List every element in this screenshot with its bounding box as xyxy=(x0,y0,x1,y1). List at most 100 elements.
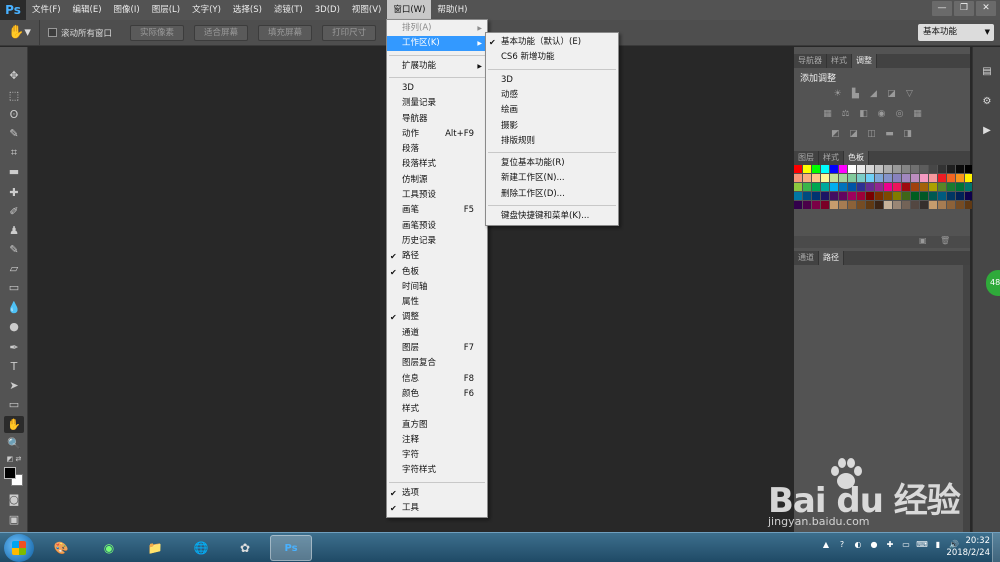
color-swatch[interactable] xyxy=(848,192,856,200)
color-swatch[interactable] xyxy=(803,165,811,173)
window-menu-item[interactable]: 3D xyxy=(387,81,487,96)
taskbar-browser-icon[interactable]: 🌐 xyxy=(180,535,222,561)
workspace-select[interactable]: 基本功能 ▼ xyxy=(918,24,994,41)
default-colors-icon[interactable]: ◩ ⇄ xyxy=(4,451,24,468)
color-swatch[interactable] xyxy=(911,174,919,182)
crop-tool-icon[interactable]: ⌗ xyxy=(4,144,24,161)
window-menu-item[interactable]: 画笔预设 xyxy=(387,219,487,234)
workspace-menu-item[interactable]: CS6 新增功能 xyxy=(486,50,618,65)
vibrance-icon[interactable]: ▽ xyxy=(904,89,915,100)
color-swatch[interactable] xyxy=(911,183,919,191)
window-menu-item[interactable]: 段落样式 xyxy=(387,157,487,172)
window-menu-item[interactable]: 样式 xyxy=(387,402,487,417)
window-menu-item[interactable]: 选项 ✔ xyxy=(387,486,487,501)
color-swatch[interactable] xyxy=(911,192,919,200)
color-swatch[interactable] xyxy=(821,192,829,200)
exposure-icon[interactable]: ◪ xyxy=(886,89,897,100)
shape-tool-icon[interactable]: ▭ xyxy=(4,396,24,413)
workspace-menu-item[interactable]: 删除工作区(D)... xyxy=(486,187,618,202)
menu-file[interactable]: 文件(F) xyxy=(26,0,67,20)
window-menu-item[interactable]: 属性 xyxy=(387,295,487,310)
print-size-button[interactable]: 打印尺寸 xyxy=(322,24,377,41)
eraser-tool-icon[interactable]: ▱ xyxy=(4,260,24,277)
window-menu-item[interactable]: 字符样式 xyxy=(387,463,487,478)
color-swatch[interactable] xyxy=(929,192,937,200)
actual-pixels-button[interactable]: 实际像素 xyxy=(130,24,185,41)
type-tool-icon[interactable]: T xyxy=(4,358,24,375)
photo-filter-icon[interactable]: ◉ xyxy=(876,109,887,120)
color-swatch[interactable] xyxy=(884,165,892,173)
color-swatch[interactable] xyxy=(821,201,829,209)
color-swatch[interactable] xyxy=(938,165,946,173)
color-swatch[interactable] xyxy=(902,183,910,191)
threshold-icon[interactable]: ◫ xyxy=(866,129,877,140)
tray-network-icon[interactable]: ▮ xyxy=(932,539,944,551)
lasso-tool-icon[interactable]: ʘ xyxy=(4,106,24,123)
move-tool-icon[interactable]: ✥ xyxy=(4,67,24,84)
color-swatch[interactable] xyxy=(884,174,892,182)
menu-3d[interactable]: 3D(D) xyxy=(309,0,346,20)
hue-saturation-icon[interactable]: ▦ xyxy=(822,109,833,120)
show-desktop-button[interactable] xyxy=(992,533,1000,562)
tray-keyboard-icon[interactable]: ⌨ xyxy=(916,539,928,551)
window-menu-item[interactable]: 颜色 F6 xyxy=(387,387,487,402)
menu-edit[interactable]: 编辑(E) xyxy=(67,0,108,20)
foreground-color-swatch[interactable] xyxy=(4,467,16,479)
color-swatch[interactable] xyxy=(794,183,802,191)
color-swatch[interactable] xyxy=(956,192,964,200)
tab-styles[interactable]: 样式 xyxy=(827,54,852,68)
color-swatch[interactable] xyxy=(920,192,928,200)
color-swatch[interactable] xyxy=(875,192,883,200)
window-menu-item[interactable]: 通道 xyxy=(387,326,487,341)
color-swatch[interactable] xyxy=(938,183,946,191)
path-select-tool-icon[interactable]: ➤ xyxy=(4,377,24,394)
color-swatch[interactable] xyxy=(866,192,874,200)
color-swatch[interactable] xyxy=(812,165,820,173)
scroll-all-windows-option[interactable]: 滚动所有窗口 xyxy=(48,27,112,39)
history-panel-icon[interactable]: ▤ xyxy=(978,63,996,81)
tab-navigator[interactable]: 导航器 xyxy=(794,54,827,68)
color-swatch[interactable] xyxy=(920,183,928,191)
tab-channels[interactable]: 通道 xyxy=(794,251,819,265)
menu-window[interactable]: 窗口(W) xyxy=(387,0,432,20)
color-swatch[interactable] xyxy=(884,201,892,209)
color-swatch[interactable] xyxy=(812,201,820,209)
color-swatch[interactable] xyxy=(938,201,946,209)
color-swatch[interactable] xyxy=(893,201,901,209)
restore-button[interactable]: ❐ xyxy=(954,1,974,16)
tab-layers[interactable]: 图层 xyxy=(794,151,819,165)
taskbar-app-1-icon[interactable]: 🎨 xyxy=(40,535,82,561)
channel-mixer-icon[interactable]: ◎ xyxy=(894,109,905,120)
healing-brush-tool-icon[interactable]: ✚ xyxy=(4,184,24,201)
color-swatch[interactable] xyxy=(929,183,937,191)
tray-plus-icon[interactable]: ✚ xyxy=(884,539,896,551)
color-swatch[interactable] xyxy=(866,174,874,182)
blur-tool-icon[interactable]: 💧 xyxy=(4,299,24,316)
color-swatch[interactable] xyxy=(857,183,865,191)
start-button[interactable] xyxy=(4,534,34,562)
fit-screen-button[interactable]: 适合屏幕 xyxy=(194,24,249,41)
zoom-tool-icon[interactable]: 🔍 xyxy=(4,435,24,452)
black-white-icon[interactable]: ◧ xyxy=(858,109,869,120)
color-swatch[interactable] xyxy=(812,174,820,182)
color-swatch[interactable] xyxy=(839,174,847,182)
color-swatch[interactable] xyxy=(857,165,865,173)
taskbar-app-2-icon[interactable]: ◉ xyxy=(88,535,130,561)
tray-app2-icon[interactable]: ● xyxy=(868,539,880,551)
color-balance-icon[interactable]: ⚖ xyxy=(840,109,851,120)
window-menu-item[interactable]: 注释 xyxy=(387,433,487,448)
color-swatch[interactable] xyxy=(902,201,910,209)
color-swatch[interactable] xyxy=(812,192,820,200)
color-swatch[interactable] xyxy=(857,192,865,200)
color-swatch[interactable] xyxy=(875,165,883,173)
ruler-tool-icon[interactable]: ▬ xyxy=(4,163,24,180)
color-swatch[interactable] xyxy=(947,192,955,200)
workspace-menu-item[interactable]: 3D xyxy=(486,73,618,88)
color-swatch[interactable] xyxy=(920,201,928,209)
clone-stamp-tool-icon[interactable]: ♟ xyxy=(4,222,24,239)
tray-app-icon[interactable]: ◐ xyxy=(852,539,864,551)
close-button[interactable]: ✕ xyxy=(976,1,996,16)
posterize-icon[interactable]: ◪ xyxy=(848,129,859,140)
menu-select[interactable]: 选择(S) xyxy=(227,0,268,20)
window-menu-item[interactable]: 时间轴 xyxy=(387,280,487,295)
